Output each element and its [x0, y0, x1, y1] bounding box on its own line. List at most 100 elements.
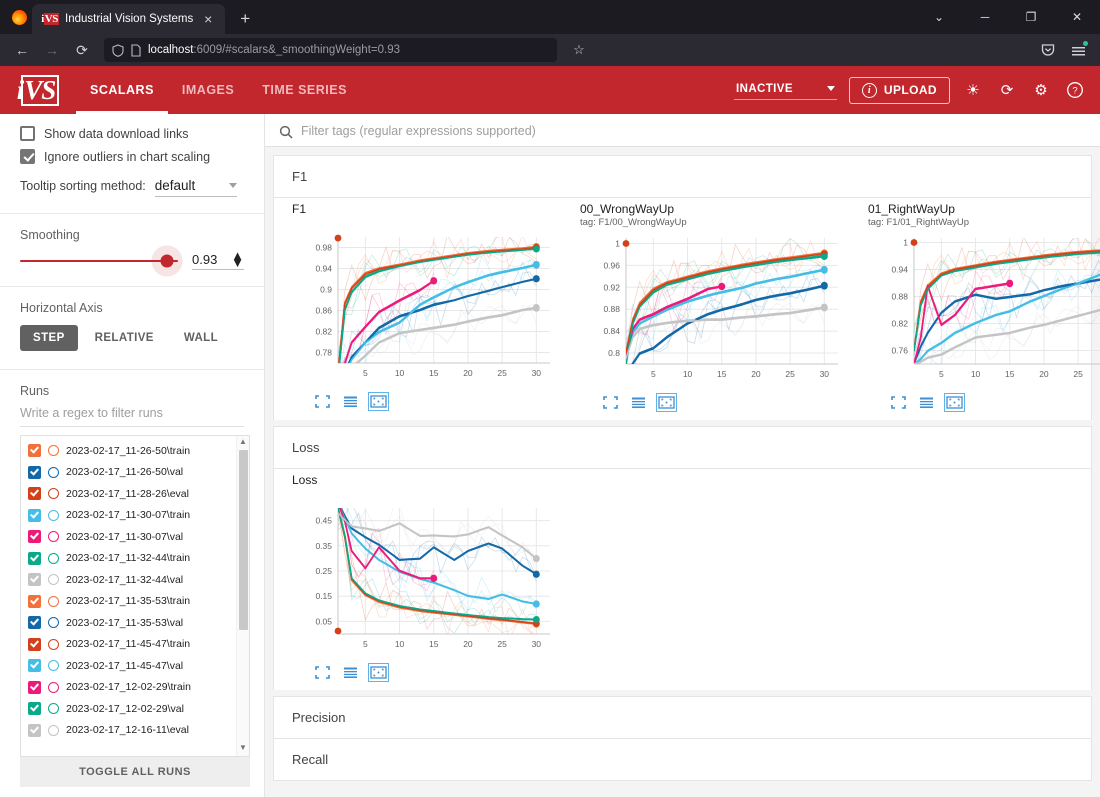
run-checkbox[interactable] [28, 487, 41, 500]
run-checkbox[interactable] [28, 595, 41, 608]
chart-svg: 0.780.820.860.90.940.9851015202530 [292, 229, 564, 389]
run-list-item[interactable]: 2023-02-17_11-26-50\train [21, 440, 236, 462]
scrollbar-thumb[interactable] [239, 450, 248, 630]
run-label: 2023-02-17_11-45-47\val [66, 660, 183, 672]
run-list-item[interactable]: 2023-02-17_11-32-44\train [21, 548, 236, 570]
section-header-precision[interactable]: Precision [274, 697, 1091, 738]
toggle-y-log-icon[interactable] [630, 395, 647, 410]
toggle-y-log-icon[interactable] [918, 395, 935, 410]
show-download-links-checkbox[interactable] [20, 126, 35, 141]
bookmark-star-icon[interactable]: ☆ [565, 37, 593, 63]
section-header-f1[interactable]: F1 [274, 156, 1091, 197]
run-checkbox[interactable] [28, 509, 41, 522]
chart-plot[interactable]: 0.780.820.860.90.940.9851015202530 [292, 229, 564, 389]
run-status-dropdown[interactable]: INACTIVE [734, 81, 837, 100]
section-header-loss[interactable]: Loss [274, 427, 1091, 468]
axis-option-wall[interactable]: WALL [171, 325, 231, 351]
expand-chart-icon[interactable] [890, 395, 907, 410]
back-icon[interactable]: ← [8, 37, 36, 63]
close-window-icon[interactable]: ✕ [1054, 0, 1100, 34]
tab-time-series[interactable]: TIME SERIES [248, 66, 361, 114]
maximize-icon[interactable]: ❐ [1008, 0, 1054, 34]
reload-icon[interactable]: ⟳ [68, 37, 96, 63]
spinner-icon[interactable]: ▲▼ [231, 253, 244, 266]
forward-icon[interactable]: → [38, 37, 66, 63]
toggle-y-log-icon[interactable] [342, 394, 359, 409]
smoothing-input[interactable]: 0.93 ▲▼ [192, 252, 244, 270]
chart-endpoint-marker [821, 305, 828, 312]
ignore-outliers-row[interactable]: Ignore outliers in chart scaling [20, 149, 244, 164]
tag-filter-input[interactable]: Filter tags (regular expressions support… [301, 124, 536, 146]
show-download-links-row[interactable]: Show data download links [20, 126, 244, 141]
run-list-item[interactable]: 2023-02-17_11-45-47\train [21, 634, 236, 656]
run-checkbox[interactable] [28, 444, 41, 457]
run-list-item[interactable]: 2023-02-17_11-35-53\val [21, 612, 236, 634]
browser-tab[interactable]: iVS Industrial Vision Systems × [32, 4, 225, 34]
section-header-recall[interactable]: Recall [274, 739, 1091, 780]
run-checkbox[interactable] [28, 552, 41, 565]
brightness-icon[interactable]: ☀ [962, 79, 984, 101]
new-tab-button[interactable]: + [237, 10, 253, 27]
fit-domain-icon[interactable] [370, 665, 387, 680]
run-list-item[interactable]: 2023-02-17_11-45-47\val [21, 655, 236, 677]
run-checkbox[interactable] [28, 616, 41, 629]
pocket-icon[interactable] [1034, 37, 1062, 63]
run-checkbox[interactable] [28, 702, 41, 715]
run-list-item[interactable]: 2023-02-17_12-02-29\val [21, 698, 236, 720]
tab-images[interactable]: IMAGES [168, 66, 248, 114]
svg-text:25: 25 [497, 639, 507, 649]
charts-card-f1: F1 0.780.820.860.90.940.9851015202530 00… [273, 197, 1092, 420]
minimize-icon[interactable]: ─ [962, 0, 1008, 34]
run-list-item[interactable]: 2023-02-17_11-30-07\val [21, 526, 236, 548]
toggle-all-runs-button[interactable]: TOGGLE ALL RUNS [20, 757, 250, 787]
refresh-icon[interactable]: ⟳ [996, 79, 1018, 101]
fit-domain-icon[interactable] [946, 395, 963, 410]
chart-plot[interactable]: 0.050.150.250.350.4551015202530 [292, 500, 564, 660]
run-checkbox[interactable] [28, 573, 41, 586]
run-list-item[interactable]: 2023-02-17_12-02-29\train [21, 677, 236, 699]
runs-scrollbar[interactable]: ▲ ▼ [236, 436, 249, 756]
chart-plot[interactable]: 0.80.840.880.920.96151015202530 [580, 230, 852, 390]
run-checkbox[interactable] [28, 681, 41, 694]
run-label: 2023-02-17_11-35-53\val [66, 617, 183, 629]
tooltip-sorting-label: Tooltip sorting method: [20, 179, 146, 193]
fit-domain-icon[interactable] [370, 394, 387, 409]
browser-tab-title: Industrial Vision Systems [65, 13, 193, 25]
toggle-y-log-icon[interactable] [342, 665, 359, 680]
close-tab-icon[interactable]: × [200, 12, 216, 26]
run-list-item[interactable]: 2023-02-17_12-16-11\eval [21, 720, 236, 742]
tab-scalars[interactable]: SCALARS [76, 66, 168, 114]
smoothing-slider[interactable] [20, 260, 178, 262]
settings-icon[interactable]: ⚙ [1030, 79, 1052, 101]
run-list-item[interactable]: 2023-02-17_11-26-50\val [21, 462, 236, 484]
axis-option-step[interactable]: STEP [20, 325, 78, 351]
run-list-item[interactable]: 2023-02-17_11-30-07\train [21, 505, 236, 527]
run-checkbox[interactable] [28, 530, 41, 543]
tooltip-sorting-select[interactable]: default [155, 178, 237, 197]
expand-chart-icon[interactable] [314, 665, 331, 680]
upload-button[interactable]: i UPLOAD [849, 77, 950, 104]
url-bar[interactable]: localhost:6009/#scalars&_smoothingWeight… [104, 38, 557, 62]
scroll-down-icon[interactable]: ▼ [239, 742, 247, 754]
axis-option-relative[interactable]: RELATIVE [82, 325, 167, 351]
info-icon: i [862, 83, 877, 98]
ignore-outliers-checkbox[interactable] [20, 149, 35, 164]
fit-domain-icon[interactable] [658, 395, 675, 410]
run-list-item[interactable]: 2023-02-17_11-28-26\eval [21, 483, 236, 505]
cards-scroll-area[interactable]: F1 F1 0.780.820.860.90.940.9851015202530 [265, 147, 1100, 797]
smoothing-slider-thumb[interactable] [160, 255, 173, 268]
list-all-tabs-icon[interactable]: ⌄ [916, 0, 962, 34]
app-menu-icon[interactable] [1064, 37, 1092, 63]
expand-chart-icon[interactable] [314, 394, 331, 409]
chart-plot[interactable]: 0.760.820.880.94151015202530 [868, 230, 1100, 390]
run-checkbox[interactable] [28, 466, 41, 479]
run-checkbox[interactable] [28, 659, 41, 672]
expand-chart-icon[interactable] [602, 395, 619, 410]
help-icon[interactable]: ? [1064, 79, 1086, 101]
runs-filter-input[interactable]: Write a regex to filter runs [20, 406, 244, 427]
run-checkbox[interactable] [28, 724, 41, 737]
run-checkbox[interactable] [28, 638, 41, 651]
scroll-up-icon[interactable]: ▲ [239, 436, 247, 448]
run-list-item[interactable]: 2023-02-17_11-32-44\val [21, 569, 236, 591]
run-list-item[interactable]: 2023-02-17_11-35-53\train [21, 591, 236, 613]
